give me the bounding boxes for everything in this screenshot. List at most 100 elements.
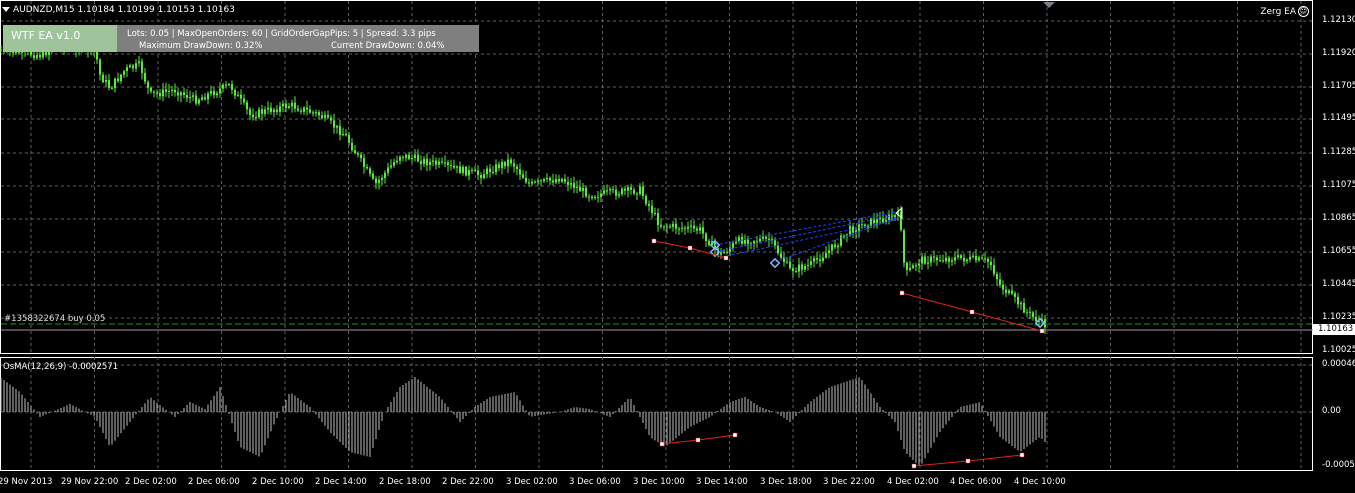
indicator-label: OsMA(12,26,9) -0.0002571 — [3, 362, 119, 372]
candle-body — [771, 239, 773, 241]
candle-body — [492, 172, 494, 174]
candle-body — [411, 157, 413, 160]
candle-body — [177, 92, 179, 96]
candle-body — [141, 61, 143, 73]
candle-body — [666, 226, 668, 228]
candle-body — [1023, 303, 1025, 313]
price-tick-label: 1.10445 — [1322, 279, 1355, 289]
candle-body — [612, 189, 614, 191]
candle-body — [351, 142, 353, 151]
candle-body — [534, 181, 536, 183]
candle-body — [663, 226, 665, 228]
candle-body — [636, 193, 638, 195]
order-label[interactable]: #1358322674 buy 0.05 — [4, 314, 105, 324]
divergence-point — [899, 290, 905, 296]
scroll-marker-icon[interactable] — [1043, 2, 1055, 8]
price-chart[interactable] — [0, 0, 1355, 493]
panel-drawdown-row: Maximum DrawDown: 0.32% Current DrawDown… — [139, 41, 445, 51]
candle-body — [990, 261, 992, 266]
candle-body — [861, 224, 863, 226]
candle-body — [513, 163, 515, 167]
osma-tick-label: 0.00 — [1322, 406, 1341, 416]
candle-body — [951, 260, 953, 262]
candle-body — [330, 117, 332, 121]
candle-body — [969, 256, 971, 260]
candle-body — [273, 109, 275, 113]
candle-body — [510, 159, 512, 164]
candle-body — [237, 94, 239, 96]
candle-body — [276, 109, 278, 112]
candle-body — [825, 253, 827, 258]
candle-body — [39, 55, 41, 58]
ea-name[interactable]: Zerg EA ☺ — [1260, 6, 1309, 17]
candle-body — [123, 71, 125, 75]
time-tick-label: 2 Dec 14:00 — [315, 477, 367, 487]
candle-body — [348, 135, 350, 143]
candle-body — [678, 228, 680, 230]
divergence-point — [732, 432, 738, 438]
candle-body — [132, 65, 134, 69]
candle-body — [483, 174, 485, 179]
candle-body — [669, 226, 671, 228]
candle-body — [516, 166, 518, 170]
candle-body — [585, 187, 587, 197]
candle-body — [756, 241, 758, 243]
candle-body — [129, 65, 131, 68]
candle-body — [402, 156, 404, 158]
candle-body — [1002, 284, 1004, 290]
candle-body — [306, 107, 308, 110]
candle-body — [153, 91, 155, 93]
symbol-header[interactable]: AUDNZD,M15 1.10184 1.10199 1.10153 1.101… — [2, 5, 235, 15]
price-tick-label: 1.11285 — [1322, 147, 1355, 157]
osma-tick-label: 0.000465 — [1322, 359, 1355, 369]
time-tick-label: 3 Dec 22:00 — [823, 477, 875, 487]
candle-body — [486, 168, 488, 175]
candle-body — [957, 255, 959, 258]
candle-body — [888, 214, 890, 221]
candle-body — [267, 107, 269, 110]
candle-body — [390, 165, 392, 168]
candle-body — [552, 180, 554, 183]
candle-body — [318, 112, 320, 116]
candle-body — [639, 186, 641, 195]
candle-body — [609, 189, 611, 191]
candle-body — [315, 112, 317, 114]
candle-body — [408, 154, 410, 160]
candle-body — [180, 92, 182, 96]
candle-body — [234, 89, 236, 96]
candle-body — [759, 238, 761, 242]
candle-body — [558, 178, 560, 182]
candle-body — [321, 115, 323, 118]
divergence-point — [1039, 328, 1045, 334]
candle-body — [261, 109, 263, 114]
candle-body — [693, 225, 695, 229]
time-tick-label: 29 Nov 2013 — [0, 477, 53, 487]
candle-body — [303, 107, 305, 112]
candle-body — [150, 87, 152, 92]
candle-body — [867, 226, 869, 228]
candle-body — [474, 169, 476, 171]
candle-body — [582, 187, 584, 191]
time-tick-label: 4 Dec 02:00 — [887, 477, 939, 487]
candle-body — [912, 265, 914, 268]
candle-body — [147, 81, 149, 88]
candle-body — [618, 194, 620, 196]
candle-body — [1017, 296, 1019, 305]
candle-body — [627, 187, 629, 191]
candle-body — [690, 225, 692, 227]
candle-body — [804, 265, 806, 270]
candle-body — [933, 256, 935, 258]
candle-body — [549, 177, 551, 181]
candle-body — [504, 161, 506, 167]
candle-body — [198, 99, 200, 104]
price-tick-label: 1.11495 — [1322, 113, 1355, 123]
candle-body — [249, 109, 251, 115]
candle-body — [471, 169, 473, 171]
time-tick-label: 3 Dec 14:00 — [696, 477, 748, 487]
chevron-down-icon[interactable] — [2, 7, 10, 12]
current-drawdown: Current DrawDown: 0.04% — [331, 41, 445, 51]
candle-body — [762, 236, 764, 239]
price-tick-label: 1.10865 — [1322, 213, 1355, 223]
candle-body — [918, 263, 920, 266]
candle-body — [798, 264, 800, 272]
